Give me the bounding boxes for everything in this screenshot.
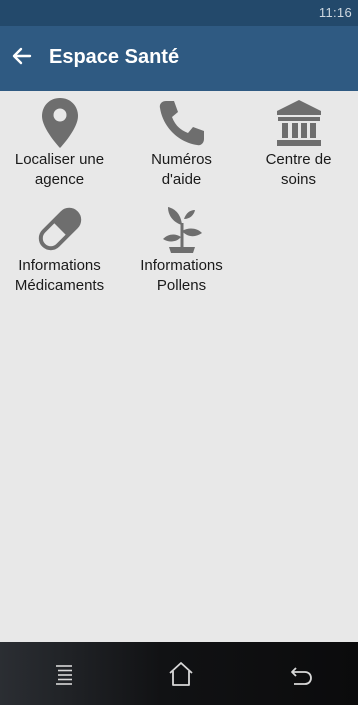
plant-sprout-icon [122,201,241,257]
tile-label: Informations Pollens [140,257,223,294]
tile-numeros-aide[interactable]: Numéros d'aide [122,91,241,197]
bank-building-icon [239,95,358,151]
tile-centre-soins[interactable]: Centre de soins [239,91,358,197]
status-time: 11:16 [318,5,352,20]
back-icon[interactable] [283,656,319,692]
tile-informations-pollens[interactable]: Informations Pollens [122,197,241,303]
tile-informations-medicaments[interactable]: Informations Médicaments [0,197,119,303]
menu-icon[interactable] [46,656,82,692]
system-nav-bar [0,642,358,705]
tile-label: Numéros d'aide [151,151,212,188]
phone-icon [122,95,241,151]
page-title: Espace Santé [49,46,180,68]
tile-label: Centre de soins [265,151,332,188]
app-bar: Espace Santé [0,26,358,91]
tile-label: Informations Médicaments [14,257,105,294]
pill-icon [0,201,119,257]
tile-localiser-agence[interactable]: Localiser une agence [0,91,119,197]
tile-grid: Localiser une agence Numéros d'aide Cent… [0,91,358,642]
home-icon[interactable] [163,656,199,692]
map-pin-icon [0,95,119,151]
back-arrow-icon[interactable] [8,42,36,70]
status-bar: 11:16 [0,0,358,26]
tile-label: Localiser une agence [14,151,105,188]
